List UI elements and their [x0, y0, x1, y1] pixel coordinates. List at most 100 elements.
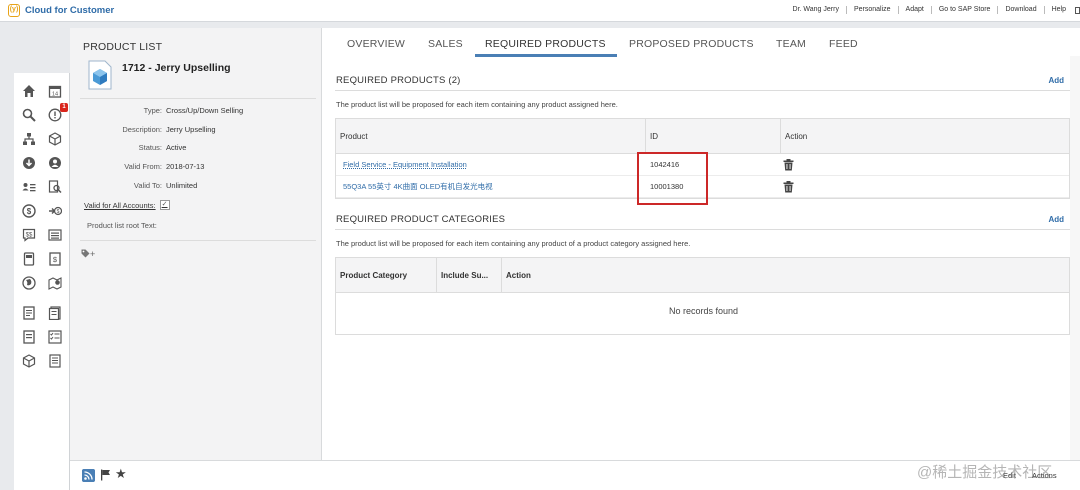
empty-state-text: No records found	[668, 306, 739, 316]
left-navigation: 14 $ $ $$ $	[14, 73, 70, 490]
help-link[interactable]: Help	[1043, 6, 1073, 14]
checklist-icon[interactable]	[21, 329, 37, 345]
field-label: Description:	[122, 125, 162, 134]
download-link[interactable]: Download	[997, 6, 1043, 14]
svg-text:$: $	[57, 209, 60, 215]
feed-icon[interactable]	[82, 469, 95, 482]
window-icon[interactable]	[1075, 6, 1080, 14]
user-name-link[interactable]: Dr. Wang Jerry	[786, 6, 846, 14]
delete-icon[interactable]	[783, 159, 794, 171]
tab-team[interactable]: TEAM	[776, 38, 806, 50]
column-header-action[interactable]: Action	[781, 119, 807, 154]
personalize-link[interactable]: Personalize	[845, 6, 898, 14]
main-content: OVERVIEW SALES REQUIRED PRODUCTS PROPOSE…	[322, 28, 1080, 460]
field-valid-to: Valid To: Unlimited	[70, 181, 322, 193]
people-list-icon[interactable]	[21, 179, 37, 195]
tag-icon	[81, 249, 90, 258]
detail-section-title: PRODUCT LIST	[83, 41, 163, 53]
list-icon[interactable]	[47, 227, 63, 243]
svg-text:$: $	[27, 207, 32, 216]
tab-bar: OVERVIEW SALES REQUIRED PRODUCTS PROPOSE…	[322, 28, 1080, 58]
field-description: Description: Jerry Upselling	[70, 125, 322, 137]
delete-icon[interactable]	[783, 181, 794, 193]
dollar-icon[interactable]: $	[21, 203, 37, 219]
field-status: Status: Active	[70, 143, 322, 155]
add-required-category-link[interactable]: Add	[1048, 215, 1064, 224]
notification-badge: 1	[60, 103, 68, 112]
device-icon[interactable]	[21, 251, 37, 267]
field-label: Status:	[138, 143, 162, 152]
field-valid-from: Valid From: 2018-07-13	[70, 162, 322, 174]
required-categories-table: Product Category Include Su... Action No…	[335, 257, 1070, 335]
pricing-icon[interactable]: $$	[21, 227, 37, 243]
document-icon[interactable]	[21, 305, 37, 321]
tab-feed[interactable]: FEED	[829, 38, 858, 50]
valid-all-accounts: Valid for All Accounts: ✓	[84, 200, 170, 210]
brand[interactable]: (y) Cloud for Customer	[8, 4, 114, 17]
required-categories-title: REQUIRED PRODUCT CATEGORIES	[336, 214, 506, 225]
product-list-icon	[88, 60, 112, 90]
org-chart-icon[interactable]	[21, 131, 37, 147]
active-tab-indicator	[475, 54, 617, 57]
app-name: Cloud for Customer	[25, 5, 115, 16]
header-divider	[80, 98, 316, 99]
field-value: Unlimited	[166, 181, 198, 190]
add-tag-plus: +	[90, 249, 96, 259]
required-products-title: REQUIRED PRODUCTS (2)	[336, 75, 461, 86]
tab-proposed-products[interactable]: PROPOSED PRODUCTS	[629, 38, 754, 50]
valid-all-accounts-checkbox[interactable]: ✓	[159, 200, 170, 210]
field-value: 2018-07-13	[166, 162, 205, 171]
column-header-include-sub[interactable]: Include Su...	[437, 258, 488, 293]
globe-icon[interactable]	[21, 275, 37, 291]
table-header: Product ID Action	[336, 119, 1069, 154]
transfer-icon[interactable]: $	[47, 203, 63, 219]
object-title: 1712 - Jerry Upselling	[122, 62, 231, 74]
invoice-icon[interactable]: $	[47, 251, 63, 267]
detail-divider	[80, 240, 316, 241]
product-link[interactable]: 55Q3A 55英寸 4K曲面 OLED有机自发光电视	[343, 176, 493, 198]
download-icon[interactable]	[21, 155, 37, 171]
column-header-product[interactable]: Product	[336, 119, 368, 154]
search-doc-icon[interactable]	[47, 179, 63, 195]
field-label: Type:	[143, 106, 162, 115]
sap-store-link[interactable]: Go to SAP Store	[930, 6, 998, 14]
section-divider	[335, 229, 1070, 230]
watermark: @稀土掘金技术社区	[917, 464, 1053, 481]
favorite-star-icon[interactable]: ★	[115, 466, 127, 482]
search-icon[interactable]	[21, 107, 37, 123]
svg-text:14: 14	[52, 92, 58, 98]
product-icon[interactable]	[21, 353, 37, 369]
scrollbar[interactable]	[1070, 56, 1080, 460]
field-value: Jerry Upselling	[166, 125, 216, 134]
flag-icon[interactable]	[100, 469, 111, 481]
svg-text:$: $	[53, 255, 58, 264]
tab-overview[interactable]: OVERVIEW	[347, 38, 405, 50]
red-highlight-box	[637, 152, 708, 205]
required-products-description: The product list will be proposed for ea…	[336, 100, 618, 109]
required-categories-description: The product list will be proposed for ea…	[336, 239, 691, 248]
task-list-icon[interactable]	[47, 329, 63, 345]
app-logo-icon: (y)	[8, 4, 20, 17]
detail-panel: PRODUCT LIST 1712 - Jerry Upselling Type…	[70, 28, 322, 460]
adapt-link[interactable]: Adapt	[897, 6, 931, 14]
add-required-product-link[interactable]: Add	[1048, 76, 1064, 85]
calendar-icon[interactable]: 14	[47, 83, 63, 99]
report-icon[interactable]	[47, 305, 63, 321]
svg-text:$$: $$	[26, 233, 33, 239]
notes-icon[interactable]	[47, 353, 63, 369]
column-header-product-category[interactable]: Product Category	[336, 258, 407, 293]
map-pin-icon[interactable]	[47, 275, 63, 291]
column-header-id[interactable]: ID	[646, 119, 658, 154]
tab-required-products[interactable]: REQUIRED PRODUCTS	[485, 38, 606, 50]
field-label: Valid From:	[124, 162, 162, 171]
root-text-label: Product list root Text:	[87, 221, 157, 230]
field-label: Valid To:	[133, 181, 162, 190]
add-tag-button[interactable]: +	[81, 249, 95, 259]
column-header-action[interactable]: Action	[502, 258, 531, 293]
person-icon[interactable]	[47, 155, 63, 171]
tab-sales[interactable]: SALES	[428, 38, 463, 50]
field-value: Active	[166, 143, 187, 152]
product-link[interactable]: Field Service - Equipment Installation	[343, 154, 467, 176]
cube-icon[interactable]	[47, 131, 63, 147]
home-icon[interactable]	[21, 83, 37, 99]
